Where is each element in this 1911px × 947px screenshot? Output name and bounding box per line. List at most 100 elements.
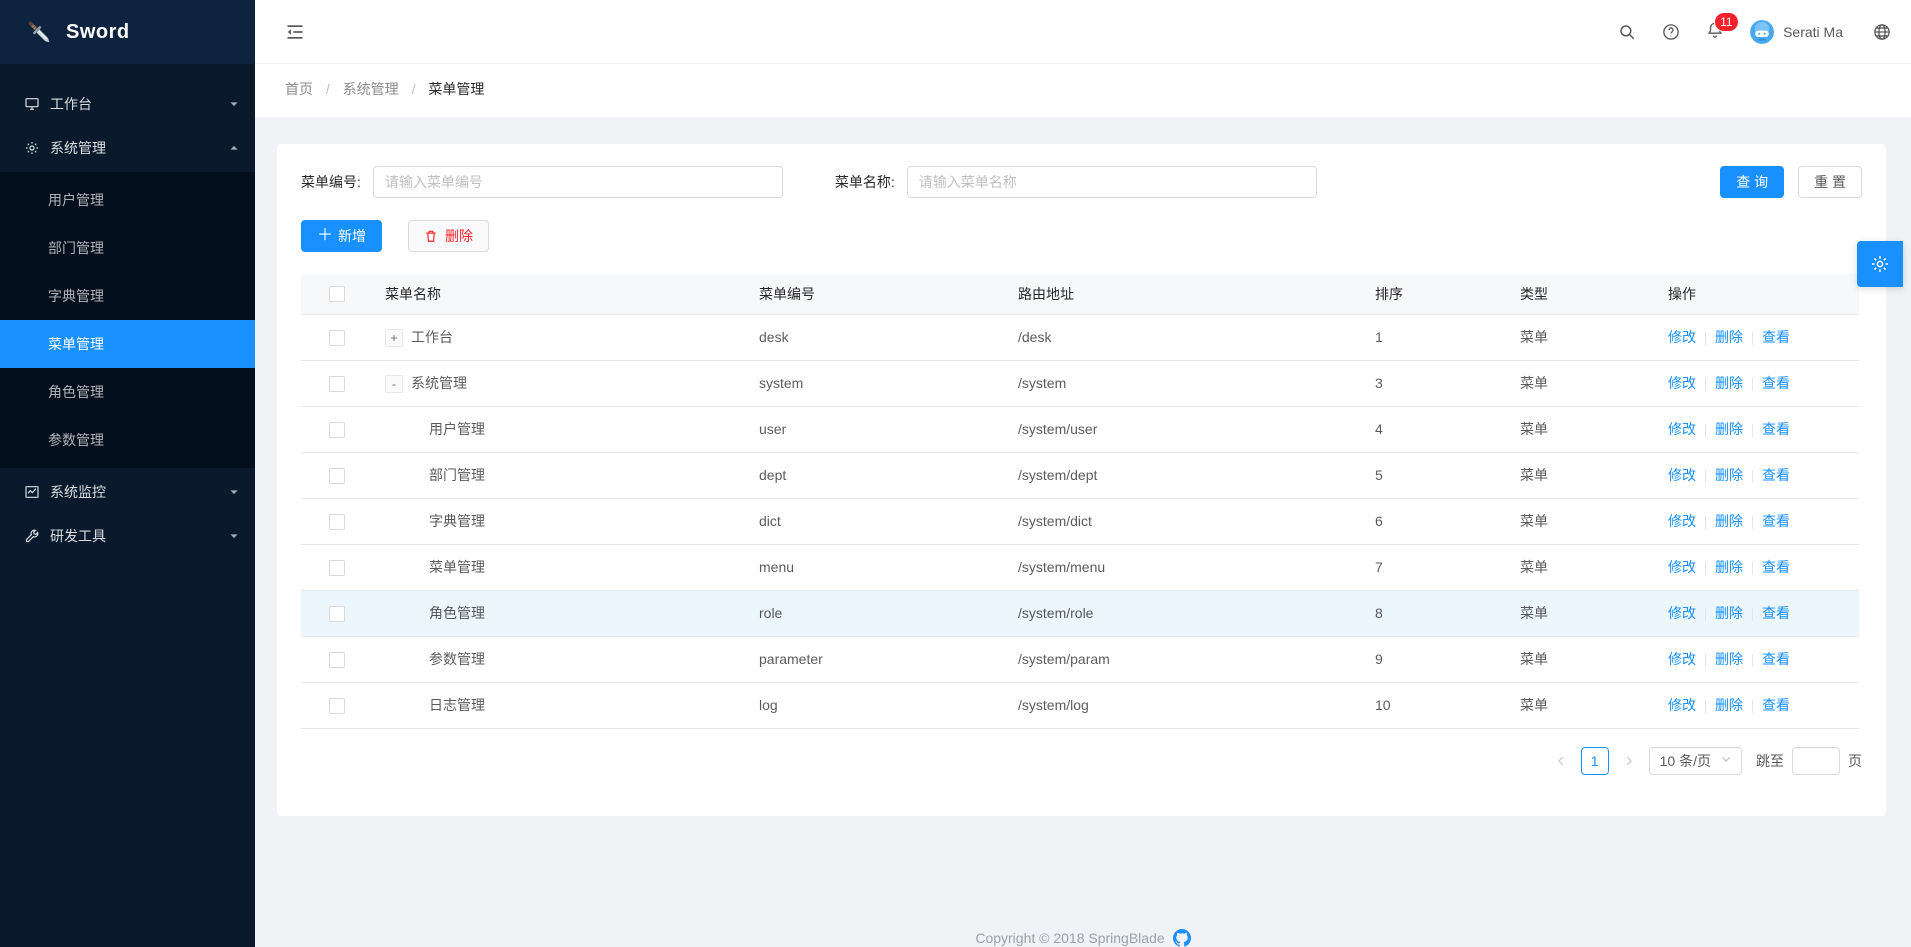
row-action-edit[interactable]: 修改	[1668, 651, 1696, 667]
table-row: +工作台 desk /desk 1 菜单 修改删除查看	[301, 314, 1859, 360]
row-action-edit[interactable]: 修改	[1668, 421, 1696, 437]
row-action-delete[interactable]: 删除	[1715, 329, 1743, 345]
cell-menu-name: 系统管理	[411, 375, 467, 391]
cell-type: 菜单	[1508, 406, 1656, 452]
table-row: 用户管理 user /system/user 4 菜单 修改删除查看	[301, 406, 1859, 452]
row-action-edit[interactable]: 修改	[1668, 605, 1696, 621]
cell-menu-code: parameter	[747, 636, 1006, 682]
page-number-1[interactable]: 1	[1581, 747, 1609, 775]
prev-page-button[interactable]	[1549, 747, 1573, 775]
row-action-delete[interactable]: 删除	[1715, 513, 1743, 529]
menu-code-input[interactable]	[373, 166, 783, 198]
sidebar-subitem[interactable]: 部门管理	[0, 224, 255, 272]
cell-sort: 10	[1363, 682, 1508, 728]
row-action-edit[interactable]: 修改	[1668, 559, 1696, 575]
expand-toggle[interactable]: -	[385, 375, 403, 393]
delete-button[interactable]: 删除	[408, 220, 489, 252]
row-action-view[interactable]: 查看	[1762, 605, 1790, 621]
row-action-edit[interactable]: 修改	[1668, 467, 1696, 483]
row-checkbox[interactable]	[329, 514, 345, 530]
row-checkbox[interactable]	[329, 652, 345, 668]
cell-operations: 修改 删除 查看	[1656, 498, 1859, 544]
menu-name-input[interactable]	[907, 166, 1317, 198]
row-checkbox[interactable]	[329, 376, 345, 392]
sidebar-subitem[interactable]: 角色管理	[0, 368, 255, 416]
table-row: 日志管理 log /system/log 10 菜单 修改删除查看	[301, 682, 1859, 728]
row-action-view[interactable]: 查看	[1762, 467, 1790, 483]
row-action-edit[interactable]: 修改	[1668, 697, 1696, 713]
sidebar-item-workbench[interactable]: 工作台	[0, 84, 255, 124]
cell-type: 菜单	[1508, 314, 1656, 360]
sidebar-subitem[interactable]: 参数管理	[0, 416, 255, 464]
search-button[interactable]: 查 询	[1720, 166, 1784, 198]
sidebar-item-system[interactable]: 系统管理	[0, 128, 255, 168]
table-header-row: 菜单名称 菜单编号 路由地址 排序 类型 操作	[301, 274, 1859, 314]
col-route: 路由地址	[1006, 274, 1363, 314]
row-action-edit[interactable]: 修改	[1668, 513, 1696, 529]
help-icon[interactable]	[1662, 23, 1680, 41]
cell-type: 菜单	[1508, 498, 1656, 544]
cell-menu-name: 字典管理	[429, 513, 485, 529]
page-size-select[interactable]: 10 条/页	[1649, 747, 1742, 775]
sidebar-item-devtools[interactable]: 研发工具	[0, 516, 255, 556]
menu-fold-icon[interactable]	[285, 22, 305, 42]
cell-sort: 1	[1363, 314, 1508, 360]
table-row: 菜单管理 menu /system/menu 7 菜单 修改删除查看	[301, 544, 1859, 590]
row-action-delete[interactable]: 删除	[1715, 559, 1743, 575]
row-action-view[interactable]: 查看	[1762, 375, 1790, 391]
row-checkbox[interactable]	[329, 468, 345, 484]
reset-button[interactable]: 重 置	[1798, 166, 1862, 198]
sidebar-item-monitor[interactable]: 系统监控	[0, 472, 255, 512]
cell-route: /desk	[1006, 314, 1363, 360]
row-action-delete[interactable]: 删除	[1715, 697, 1743, 713]
globe-icon[interactable]	[1873, 23, 1891, 41]
chevron-down-icon	[1721, 754, 1731, 767]
menu-code-label: 菜单编号:	[301, 172, 361, 192]
breadcrumb-home[interactable]: 首页	[285, 81, 313, 97]
row-action-edit[interactable]: 修改	[1668, 375, 1696, 391]
cell-route: /system/dict	[1006, 498, 1363, 544]
cell-route: /system/menu	[1006, 544, 1363, 590]
col-operations: 操作	[1656, 274, 1859, 314]
cell-menu-name: 日志管理	[429, 697, 485, 713]
cell-type: 菜单	[1508, 544, 1656, 590]
expand-toggle[interactable]: +	[385, 329, 403, 347]
logo[interactable]: Sword	[0, 0, 255, 64]
notifications-button[interactable]: 11	[1706, 21, 1724, 42]
settings-fab[interactable]	[1857, 241, 1903, 287]
add-button[interactable]: ＋ 新增	[301, 220, 382, 252]
row-action-view[interactable]: 查看	[1762, 697, 1790, 713]
sidebar-item-label: 研发工具	[50, 526, 229, 546]
cell-sort: 3	[1363, 360, 1508, 406]
row-action-view[interactable]: 查看	[1762, 559, 1790, 575]
row-action-view[interactable]: 查看	[1762, 651, 1790, 667]
row-action-delete[interactable]: 删除	[1715, 605, 1743, 621]
row-checkbox[interactable]	[329, 560, 345, 576]
github-icon[interactable]	[1173, 929, 1191, 947]
cell-type: 菜单	[1508, 682, 1656, 728]
row-action-delete[interactable]: 删除	[1715, 375, 1743, 391]
row-action-view[interactable]: 查看	[1762, 513, 1790, 529]
cell-menu-code: dept	[747, 452, 1006, 498]
user-menu[interactable]: Serati Ma	[1750, 20, 1843, 44]
sidebar-subitem[interactable]: 字典管理	[0, 272, 255, 320]
page-unit-label: 页	[1848, 751, 1862, 771]
row-checkbox[interactable]	[329, 422, 345, 438]
row-action-view[interactable]: 查看	[1762, 329, 1790, 345]
row-action-edit[interactable]: 修改	[1668, 329, 1696, 345]
row-checkbox[interactable]	[329, 330, 345, 346]
select-all-checkbox[interactable]	[329, 286, 345, 302]
row-checkbox[interactable]	[329, 606, 345, 622]
cell-type: 菜单	[1508, 590, 1656, 636]
sidebar-subitem[interactable]: 菜单管理	[0, 320, 255, 368]
search-icon[interactable]	[1618, 23, 1636, 41]
jump-to-input[interactable]	[1792, 747, 1840, 775]
row-action-delete[interactable]: 删除	[1715, 651, 1743, 667]
breadcrumb-system[interactable]: 系统管理	[343, 81, 399, 97]
row-action-delete[interactable]: 删除	[1715, 467, 1743, 483]
sidebar-subitem[interactable]: 用户管理	[0, 176, 255, 224]
next-page-button[interactable]	[1617, 747, 1641, 775]
row-checkbox[interactable]	[329, 698, 345, 714]
row-action-view[interactable]: 查看	[1762, 421, 1790, 437]
row-action-delete[interactable]: 删除	[1715, 421, 1743, 437]
